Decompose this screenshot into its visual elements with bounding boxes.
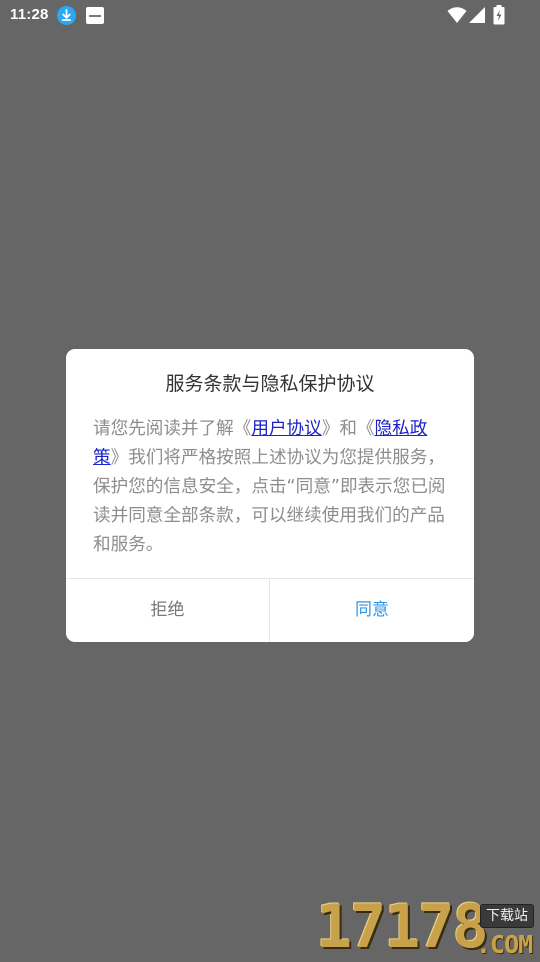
terms-privacy-dialog: 服务条款与隐私保护协议 请您先阅读并了解《用户协议》和《隐私政策》我们将严格按照… <box>66 349 474 642</box>
status-time: 11:28 <box>10 6 49 23</box>
message-prefix: 请您先阅读并了解《 <box>93 419 252 439</box>
signal-icon <box>468 6 486 28</box>
status-bar: 11:28 <box>0 0 540 32</box>
site-watermark: 17178 下载站 .COM <box>316 892 540 962</box>
user-agreement-link[interactable]: 用户协议 <box>251 419 321 439</box>
dialog-title: 服务条款与隐私保护协议 <box>165 373 375 395</box>
watermark-digits: 17178 <box>316 892 489 962</box>
agree-button[interactable]: 同意 <box>270 579 474 642</box>
app-notification-icon <box>86 7 104 24</box>
battery-charging-icon <box>493 5 505 29</box>
reject-button[interactable]: 拒绝 <box>66 579 269 642</box>
message-suffix: 》我们将严格按照上述协议为您提供服务，保护您的信息安全，点击“同意”即表示您已阅… <box>93 448 446 555</box>
watermark-badge: 下载站 <box>480 904 534 928</box>
wifi-icon <box>447 6 467 28</box>
dialog-message: 请您先阅读并了解《用户协议》和《隐私政策》我们将严格按照上述协议为您提供服务，保… <box>93 415 453 560</box>
watermark-domain: .COM <box>476 930 533 959</box>
message-middle: 》和《 <box>321 419 375 439</box>
download-icon <box>57 6 76 25</box>
